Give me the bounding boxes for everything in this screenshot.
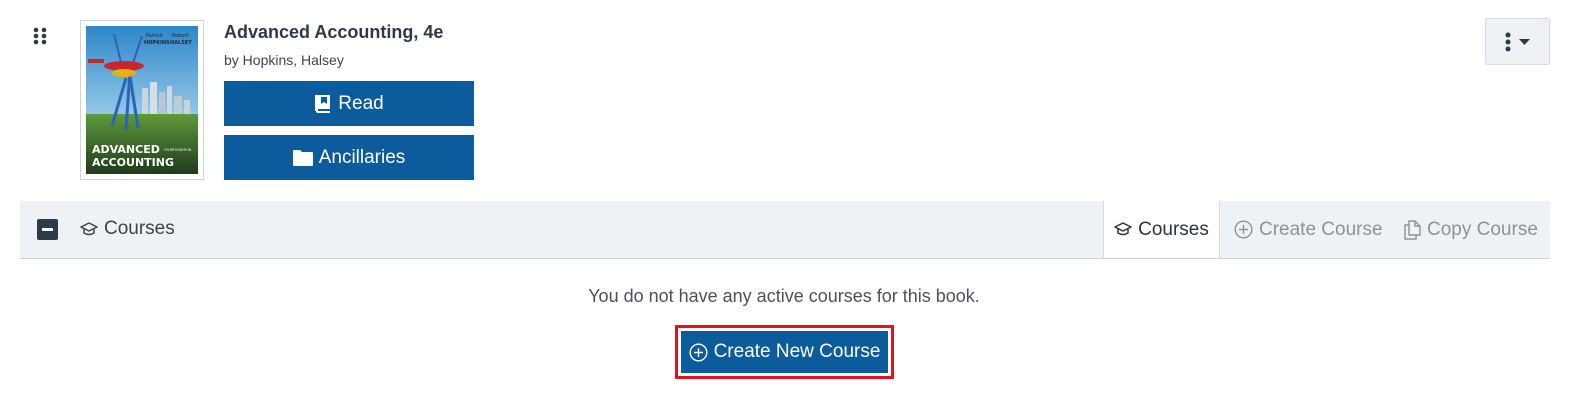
- collapse-button[interactable]: [37, 219, 58, 240]
- read-button-label: Read: [338, 92, 384, 114]
- graduation-cap-icon: [80, 221, 98, 235]
- tab-copy-course[interactable]: Copy Course: [1404, 201, 1538, 258]
- graduation-cap-icon: [1114, 222, 1132, 236]
- empty-state-message: You do not have any active courses for t…: [588, 286, 980, 306]
- tab-create-course[interactable]: Create Course: [1234, 201, 1383, 258]
- caret-down-icon: [1519, 38, 1530, 45]
- kebab-icon: [1505, 32, 1511, 51]
- tab-courses[interactable]: Courses: [1103, 201, 1220, 258]
- plus-circle-icon: [1234, 220, 1253, 239]
- tab-create-course-label: Create Course: [1259, 218, 1383, 240]
- cover-author-last: HOPKINS: [144, 40, 170, 46]
- book-open-icon: [315, 95, 331, 113]
- create-new-course-button[interactable]: Create New Course: [681, 331, 888, 373]
- cover-title-line-1: ADVANCED: [92, 143, 160, 156]
- copy-icon: [1404, 219, 1421, 240]
- drag-handle-icon[interactable]: [33, 27, 47, 45]
- book-cover-image[interactable]: Patrick Robert HOPKINS HALSEY ADVANCED A…: [80, 20, 204, 180]
- ancillaries-button-label: Ancillaries: [318, 146, 406, 168]
- book-author: by Hopkins, Halsey: [224, 52, 344, 68]
- courses-bar: Courses Courses Create Course Copy Cours…: [20, 201, 1550, 259]
- create-new-course-label: Create New Course: [713, 341, 881, 362]
- cover-edition: FOURTH EDITION: [164, 148, 192, 152]
- read-button[interactable]: Read: [224, 81, 474, 126]
- courses-section-label: Courses: [80, 218, 175, 240]
- cover-author-last-2: HALSEY: [170, 40, 192, 46]
- create-new-course-highlight: Create New Course: [675, 325, 894, 379]
- tab-copy-course-label: Copy Course: [1427, 218, 1538, 240]
- folder-icon: [292, 150, 313, 166]
- cover-author-first: Patrick: [146, 33, 163, 39]
- courses-section-text: Courses: [104, 218, 175, 239]
- cover-title-line-2: ACCOUNTING: [92, 156, 174, 169]
- book-title: Advanced Accounting, 4e: [224, 22, 444, 42]
- options-menu-button[interactable]: [1485, 18, 1550, 65]
- ancillaries-button[interactable]: Ancillaries: [224, 135, 474, 180]
- cover-author-first-2: Robert: [172, 33, 189, 39]
- plus-circle-icon: [689, 342, 708, 362]
- tab-courses-label: Courses: [1138, 218, 1209, 240]
